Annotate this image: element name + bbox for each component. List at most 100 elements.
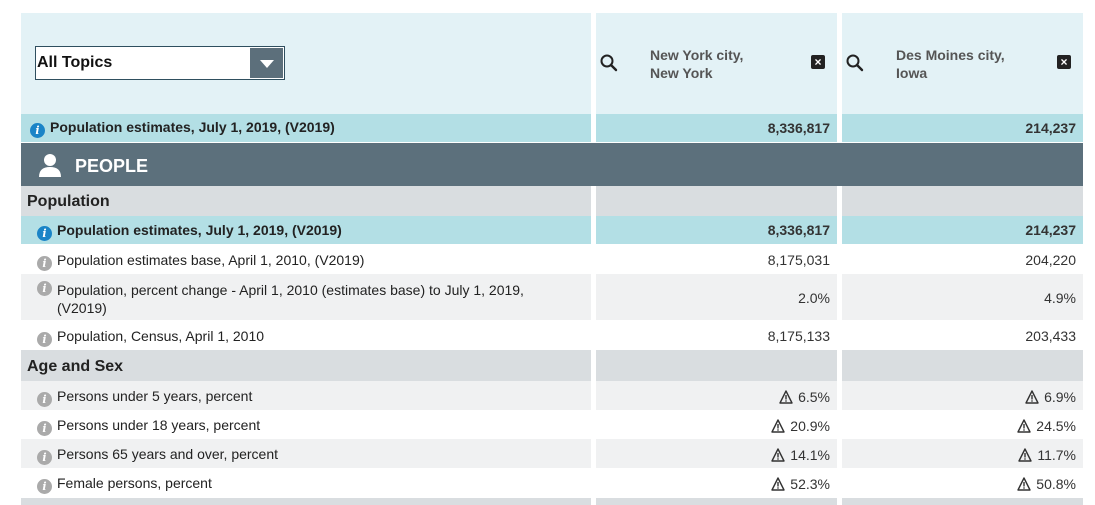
info-icon[interactable]: i bbox=[37, 256, 52, 271]
section-header-age-sex: Age and Sex bbox=[21, 350, 591, 381]
warning-icon[interactable] bbox=[1025, 390, 1039, 404]
row-value: 50.8% bbox=[1036, 476, 1076, 492]
topics-select[interactable]: All Topics bbox=[35, 46, 285, 80]
row-label-wrap: i Population, Census, April 1, 2010 bbox=[37, 328, 264, 347]
row-value: 6.5% bbox=[798, 389, 830, 405]
summary-row: i Population estimates, July 1, 2019, (V2… bbox=[21, 114, 591, 142]
row-label-wrap: i Persons 65 years and over, percent bbox=[37, 446, 278, 465]
row-value: 24.5% bbox=[1036, 418, 1076, 434]
row-value: 8,175,133 bbox=[767, 328, 830, 344]
warning-icon[interactable] bbox=[1017, 477, 1031, 491]
row-label: Population, Census, April 1, 2010 bbox=[57, 328, 265, 344]
table-row: i Persons 65 years and over, percent bbox=[21, 439, 591, 468]
topics-select-value: All Topics bbox=[37, 54, 113, 71]
table-cell: 214,237 bbox=[842, 216, 1083, 244]
row-value-wrap: 52.3% bbox=[771, 476, 830, 492]
info-icon[interactable]: i bbox=[37, 226, 52, 241]
close-icon[interactable]: × bbox=[811, 55, 825, 69]
warning-icon[interactable] bbox=[771, 448, 785, 462]
geo-name-2-line2: Iowa bbox=[896, 65, 928, 81]
row-label-wrap: i Persons under 18 years, percent bbox=[37, 417, 260, 436]
table-row: i Persons under 5 years, percent bbox=[21, 381, 591, 410]
geo-name-1-line2: New York bbox=[650, 65, 713, 81]
row-value: 204,220 bbox=[1025, 252, 1076, 268]
search-icon[interactable] bbox=[846, 54, 864, 72]
table-cell-next bbox=[596, 498, 837, 505]
table-cell: 8,175,133 bbox=[596, 320, 837, 350]
table-row-next bbox=[21, 498, 591, 505]
info-icon[interactable]: i bbox=[37, 421, 52, 436]
row-label: Population estimates, July 1, 2019, (V20… bbox=[57, 222, 342, 238]
row-value: 4.9% bbox=[1044, 290, 1076, 306]
row-label-line2: (V2019) bbox=[57, 300, 107, 316]
table-cell: 8,336,817 bbox=[596, 216, 837, 244]
table-cell: 52.3% bbox=[596, 468, 837, 497]
info-icon[interactable]: i bbox=[37, 392, 52, 407]
row-label: Population, percent change - April 1, 20… bbox=[57, 281, 524, 317]
table-cell: 20.9% bbox=[596, 410, 837, 439]
summary-label: Population estimates, July 1, 2019, (V20… bbox=[50, 119, 335, 135]
geo-name-2: Des Moines city, Iowa bbox=[896, 46, 1005, 82]
row-value-wrap: 6.5% bbox=[779, 389, 830, 405]
table-row: i Population, percent change - April 1, … bbox=[21, 274, 591, 320]
table-cell: 14.1% bbox=[596, 439, 837, 468]
summary-cell-1: 8,336,817 bbox=[596, 114, 837, 142]
search-icon[interactable] bbox=[600, 54, 618, 72]
row-value: 11.7% bbox=[1037, 447, 1076, 463]
row-value-wrap: 50.8% bbox=[1017, 476, 1076, 492]
table-cell: 8,175,031 bbox=[596, 244, 837, 274]
info-icon[interactable]: i bbox=[37, 479, 52, 494]
warning-icon[interactable] bbox=[779, 390, 793, 404]
row-value: 214,237 bbox=[1025, 222, 1076, 238]
warning-icon[interactable] bbox=[771, 419, 785, 433]
row-value: 14.1% bbox=[790, 447, 830, 463]
info-icon[interactable]: i bbox=[37, 281, 52, 296]
summary-value-1: 8,336,817 bbox=[767, 120, 830, 136]
row-label: Persons under 5 years, percent bbox=[57, 388, 253, 404]
section-title: Age and Sex bbox=[27, 358, 124, 375]
section-header-population: Population bbox=[21, 186, 591, 216]
summary-value-2: 214,237 bbox=[1025, 120, 1076, 136]
geo-name-1-line1: New York city, bbox=[650, 47, 744, 63]
section-header-cell bbox=[596, 186, 837, 216]
section-title: Population bbox=[27, 193, 110, 210]
summary-label-wrap: i Population estimates, July 1, 2019, (V2… bbox=[30, 119, 335, 138]
row-value: 52.3% bbox=[790, 476, 830, 492]
info-icon[interactable]: i bbox=[37, 332, 52, 347]
row-label-wrap: i Female persons, percent bbox=[37, 475, 212, 494]
table-row: i Persons under 18 years, percent bbox=[21, 410, 591, 439]
info-icon[interactable]: i bbox=[30, 123, 45, 138]
geo-name-2-line1: Des Moines city, bbox=[896, 47, 1005, 63]
table-row: i Population estimates base, April 1, 201… bbox=[21, 244, 591, 274]
warning-icon[interactable] bbox=[1018, 448, 1033, 462]
row-value: 8,175,031 bbox=[767, 252, 830, 268]
info-icon[interactable]: i bbox=[37, 450, 52, 465]
table-cell: 50.8% bbox=[842, 468, 1083, 497]
section-header-cell bbox=[842, 186, 1083, 216]
section-header-cell bbox=[596, 350, 837, 381]
table-cell: 11.7% bbox=[842, 439, 1083, 468]
table-row: i Population, Census, April 1, 2010 bbox=[21, 320, 591, 350]
people-header-label: PEOPLE bbox=[75, 156, 149, 176]
warning-icon[interactable] bbox=[771, 477, 785, 491]
row-label-wrap: i Population estimates base, April 1, 201… bbox=[37, 252, 364, 271]
row-value-wrap: 14.1% bbox=[771, 447, 830, 463]
person-icon bbox=[39, 154, 61, 177]
close-icon[interactable]: × bbox=[1057, 55, 1071, 69]
table-cell: 4.9% bbox=[842, 274, 1083, 320]
row-label-wrap: i Population estimates, July 1, 2019, (V2… bbox=[37, 222, 342, 241]
row-value-wrap: 20.9% bbox=[771, 418, 830, 434]
table-cell: 204,220 bbox=[842, 244, 1083, 274]
summary-cell-2: 214,237 bbox=[842, 114, 1083, 142]
row-label: Persons under 18 years, percent bbox=[57, 417, 261, 433]
table-row: i Female persons, percent bbox=[21, 468, 591, 497]
table-cell: 6.5% bbox=[596, 381, 837, 410]
table-cell-next bbox=[842, 498, 1083, 505]
people-header[interactable]: PEOPLE bbox=[21, 143, 1083, 186]
section-header-cell bbox=[842, 350, 1083, 381]
warning-icon[interactable] bbox=[1017, 419, 1031, 433]
row-value-wrap: 24.5% bbox=[1017, 418, 1076, 434]
row-label-wrap: i Persons under 5 years, percent bbox=[37, 388, 252, 407]
table-cell: 6.9% bbox=[842, 381, 1083, 410]
chevron-down-icon[interactable] bbox=[250, 48, 283, 78]
